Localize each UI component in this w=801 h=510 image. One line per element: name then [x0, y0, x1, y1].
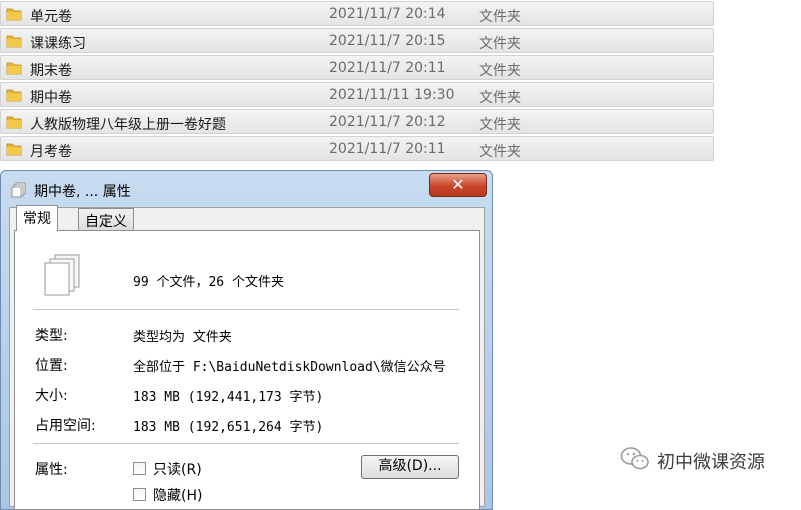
hidden-checkbox[interactable] [133, 488, 146, 501]
file-name: 人教版物理八年级上册一卷好题 [30, 117, 226, 133]
attributes-label: 属性: [35, 462, 68, 478]
disk-size-value: 183 MB (192,651,264 字节) [133, 420, 324, 435]
file-type: 文件夹 [479, 9, 521, 25]
close-button[interactable]: ✕ [429, 173, 487, 197]
watermark-text: 初中微课资源 [657, 452, 765, 473]
dialog-title: 期中卷, ... 属性 [34, 184, 131, 200]
file-type: 文件夹 [479, 90, 521, 106]
divider [33, 443, 459, 444]
file-row[interactable]: 期末卷 2021/11/7 20:11 文件夹 [0, 55, 714, 80]
file-row[interactable]: 课课练习 2021/11/7 20:15 文件夹 [0, 28, 714, 53]
file-name: 单元卷 [30, 9, 72, 25]
file-date: 2021/11/7 20:14 [329, 6, 446, 22]
tab-general[interactable]: 常规 [16, 205, 58, 231]
file-type: 文件夹 [479, 63, 521, 79]
selection-summary: 99 个文件，26 个文件夹 [133, 275, 284, 290]
file-name: 期末卷 [30, 63, 72, 79]
file-name: 课课练习 [30, 36, 86, 52]
folder-icon [6, 35, 22, 48]
file-type: 文件夹 [479, 144, 521, 160]
folder-icon [6, 8, 22, 21]
multiple-files-icon [11, 182, 26, 198]
dialog-body: 常规 自定义 99 个文件，26 个文件夹 类型: 类型均为 文件夹 位置: 全… [9, 205, 485, 510]
folder-icon [6, 89, 22, 102]
type-value: 类型均为 文件夹 [133, 330, 232, 345]
file-name: 月考卷 [30, 144, 72, 160]
disk-size-label: 占用空间: [35, 418, 96, 434]
file-date: 2021/11/7 20:15 [329, 33, 446, 49]
file-date: 2021/11/7 20:12 [329, 114, 446, 130]
divider [33, 309, 459, 310]
size-value: 183 MB (192,441,173 字节) [133, 390, 324, 405]
file-row[interactable]: 期中卷 2021/11/11 19:30 文件夹 [0, 82, 714, 107]
location-label: 位置: [35, 358, 68, 374]
file-name: 期中卷 [30, 90, 72, 106]
type-label: 类型: [35, 328, 68, 344]
multiple-files-icon [44, 254, 80, 296]
file-type: 文件夹 [479, 117, 521, 133]
properties-dialog: 期中卷, ... 属性 ✕ 常规 自定义 99 个文件，26 个文件夹 类型: … [0, 170, 493, 510]
folder-icon [6, 116, 22, 129]
file-row[interactable]: 人教版物理八年级上册一卷好题 2021/11/7 20:12 文件夹 [0, 109, 714, 134]
tab-custom[interactable]: 自定义 [78, 208, 134, 231]
file-date: 2021/11/7 20:11 [329, 141, 446, 157]
file-row[interactable]: 单元卷 2021/11/7 20:14 文件夹 [0, 1, 714, 26]
folder-icon [6, 62, 22, 75]
readonly-label: 只读(R) [153, 462, 202, 478]
location-value: 全部位于 F:\BaiduNetdiskDownload\微信公众号 [133, 360, 446, 375]
advanced-button[interactable]: 高级(D)... [361, 455, 459, 479]
file-date: 2021/11/11 19:30 [329, 87, 455, 103]
hidden-label: 隐藏(H) [153, 488, 203, 504]
file-date: 2021/11/7 20:11 [329, 60, 446, 76]
general-panel: 99 个文件，26 个文件夹 类型: 类型均为 文件夹 位置: 全部位于 F:\… [14, 230, 480, 510]
size-label: 大小: [35, 388, 68, 404]
file-row[interactable]: 月考卷 2021/11/7 20:11 文件夹 [0, 136, 714, 161]
file-type: 文件夹 [479, 36, 521, 52]
folder-icon [6, 143, 22, 156]
wechat-logo-icon [620, 447, 649, 470]
readonly-checkbox[interactable] [133, 462, 146, 475]
